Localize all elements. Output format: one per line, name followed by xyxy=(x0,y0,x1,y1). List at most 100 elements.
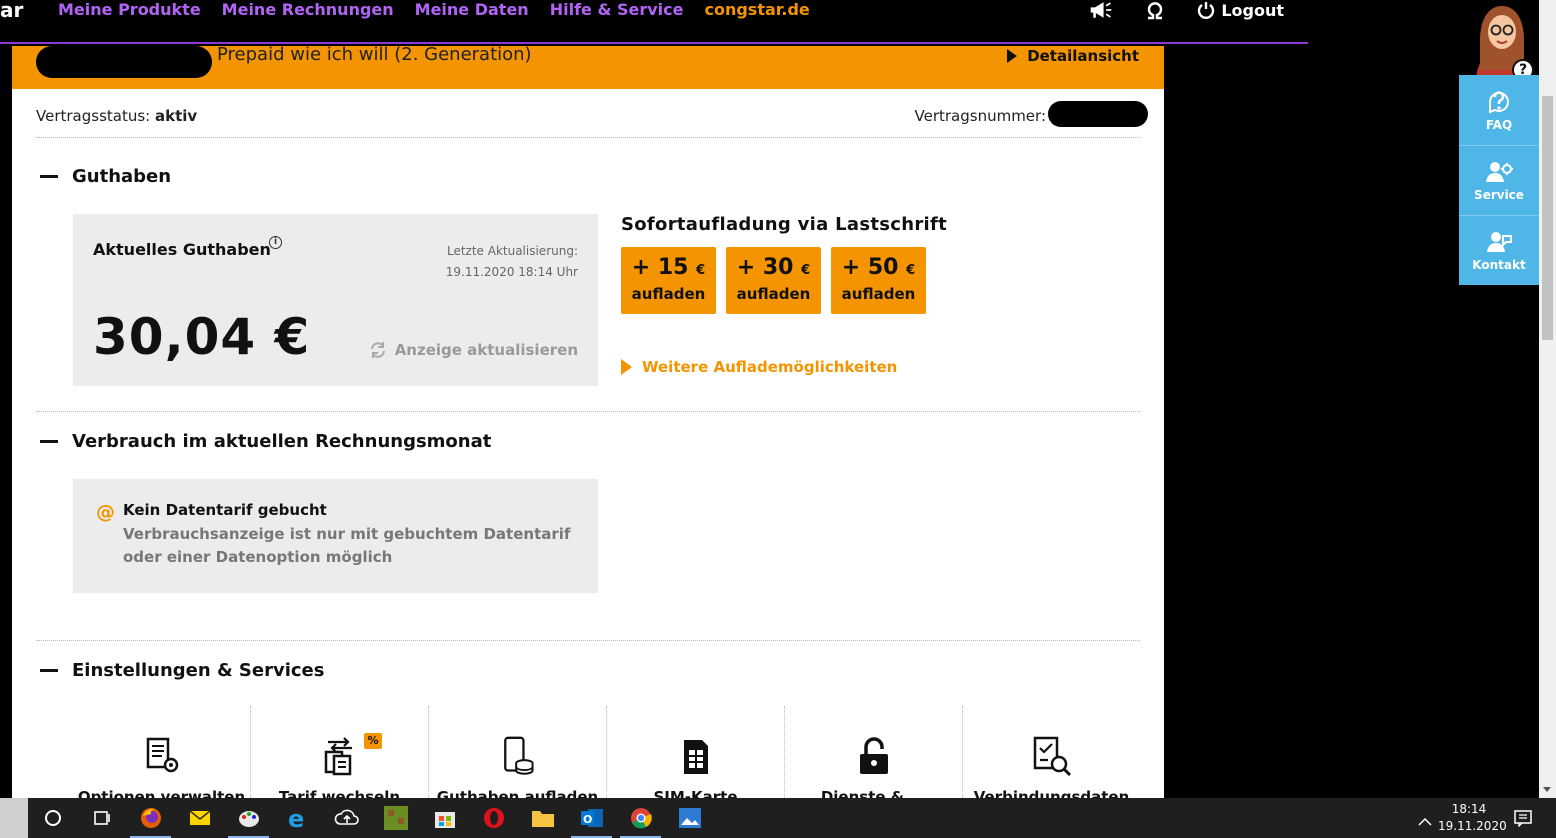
status-row: Vertragsstatus: aktiv Vertragsnummer: xyxy=(36,104,1140,138)
taskbar-clock[interactable]: 18:14 19.11.2020 xyxy=(1438,801,1507,835)
nav-link-congstar[interactable]: congstar.de xyxy=(704,0,809,19)
section-title-verbrauch: Verbrauch im aktuellen Rechnungsmonat xyxy=(72,431,492,452)
logout-label: Logout xyxy=(1221,0,1284,20)
photos-icon[interactable] xyxy=(665,798,714,838)
faq-icon xyxy=(1488,91,1509,114)
side-item-faq[interactable]: FAQ xyxy=(1459,75,1539,145)
info-icon[interactable]: i xyxy=(269,236,282,249)
nav-right: Logout xyxy=(1089,0,1284,20)
service-label: Optionen verwalten xyxy=(77,788,246,798)
start-area[interactable] xyxy=(0,798,28,838)
cortana-icon[interactable] xyxy=(28,798,77,838)
detail-view-link[interactable]: Detailansicht xyxy=(1007,47,1139,65)
top-navigation: ar Meine Produkte Meine Rechnungen Meine… xyxy=(0,0,1308,44)
nav-link-hilfe-service[interactable]: Hilfe & Service xyxy=(550,0,684,19)
triangle-right-icon xyxy=(621,359,632,375)
section-verbrauch-toggle[interactable]: Verbrauch im aktuellen Rechnungsmonat xyxy=(40,431,491,452)
topup-label: aufladen xyxy=(631,285,706,303)
service-label: Verbindungsdaten xyxy=(973,788,1130,798)
mail-icon[interactable] xyxy=(175,798,224,838)
store-icon[interactable] xyxy=(420,798,469,838)
topup-amount: + 30 xyxy=(736,255,794,280)
nav-links: Meine Produkte Meine Rechnungen Meine Da… xyxy=(58,0,810,19)
redacted-contract-number xyxy=(1048,101,1148,127)
outlook-icon[interactable]: O xyxy=(567,798,616,838)
service-label: Guthaben aufladen xyxy=(436,788,599,798)
service-icon xyxy=(1486,161,1513,182)
last-update-time: 19.11.2020 18:14 Uhr xyxy=(445,265,578,279)
service-options[interactable]: Optionen verwalten xyxy=(73,706,250,798)
nav-link-meine-produkte[interactable]: Meine Produkte xyxy=(58,0,201,19)
phone-coins-icon xyxy=(503,736,534,775)
side-item-kontakt[interactable]: Kontakt xyxy=(1459,215,1539,285)
section-einstellungen-toggle[interactable]: Einstellungen & Services xyxy=(40,660,324,681)
contract-number-label: Vertragsnummer: xyxy=(914,107,1047,125)
topup-label: aufladen xyxy=(736,285,811,303)
opera-icon[interactable] xyxy=(469,798,518,838)
topup-label: aufladen xyxy=(841,285,916,303)
service-connection-data[interactable]: Verbindungsdaten xyxy=(962,706,1140,798)
nav-link-meine-daten[interactable]: Meine Daten xyxy=(415,0,529,19)
topup-15-button[interactable]: + 15 € aufladen xyxy=(621,247,716,314)
sim-card-icon xyxy=(683,740,708,774)
section-title-einstellungen: Einstellungen & Services xyxy=(72,660,325,681)
task-view-icon[interactable] xyxy=(77,798,126,838)
minecraft-icon[interactable] xyxy=(371,798,420,838)
currency-symbol: € xyxy=(906,263,916,278)
more-topup-options-label: Weitere Auflademöglichkeiten xyxy=(642,358,898,376)
currency-symbol: € xyxy=(696,263,706,278)
last-update: Letzte Aktualisierung: 19.11.2020 18:14 … xyxy=(446,241,578,283)
collapse-icon xyxy=(40,440,58,443)
service-tariff-switch[interactable]: % Tarif wechseln xyxy=(250,706,428,798)
contract-card: Prepaid wie ich will (2. Generation) Det… xyxy=(12,46,1164,798)
service-sim[interactable]: SIM-Karte xyxy=(606,706,784,798)
section-title-guthaben: Guthaben xyxy=(72,166,172,187)
service-label: Dienste & ... xyxy=(820,788,927,798)
internet-explorer-icon[interactable]: e xyxy=(273,798,322,838)
logout-button[interactable]: Logout xyxy=(1197,1,1284,20)
service-topup[interactable]: Guthaben aufladen xyxy=(428,706,606,798)
side-item-label: Service xyxy=(1474,187,1524,202)
usage-title: Kein Datentarif gebucht xyxy=(123,501,327,519)
svg-text:O: O xyxy=(583,813,592,826)
windows-taskbar: e O 18:14 19.11.2020 xyxy=(0,798,1556,838)
cloud-upload-icon[interactable] xyxy=(322,798,371,838)
omega-icon[interactable] xyxy=(1143,0,1167,20)
redacted-phone-number xyxy=(36,46,212,78)
scrollbar-thumb[interactable] xyxy=(1542,96,1553,340)
taskbar-apps: e O xyxy=(28,798,714,838)
topup-30-button[interactable]: + 30 € aufladen xyxy=(726,247,821,314)
topup-amount: + 15 xyxy=(631,255,689,280)
firefox-icon[interactable] xyxy=(126,798,175,838)
megaphone-icon[interactable] xyxy=(1089,0,1113,20)
side-item-label: FAQ xyxy=(1485,118,1513,132)
service-services-lock[interactable]: Dienste & ... xyxy=(784,706,962,798)
refresh-icon xyxy=(370,342,385,358)
svg-text:e: e xyxy=(288,806,304,830)
power-icon xyxy=(1198,2,1215,19)
clock-date: 19.11.2020 xyxy=(1438,819,1507,833)
balance-amount: 30,04 € xyxy=(93,308,311,366)
notification-icon[interactable] xyxy=(1514,809,1532,831)
contract-status-label: Vertragsstatus: xyxy=(36,107,151,125)
nav-link-meine-rechnungen[interactable]: Meine Rechnungen xyxy=(222,0,394,19)
usage-text: Verbrauchsanzeige ist nur mit gebuchtem … xyxy=(123,525,571,566)
divider xyxy=(36,411,1140,412)
contact-icon xyxy=(1487,231,1512,252)
topup-title: Sofortaufladung via Lastschrift xyxy=(621,214,948,235)
usage-info-box: @ Kein Datentarif gebucht Verbrauchsanze… xyxy=(73,479,598,593)
file-explorer-icon[interactable] xyxy=(518,798,567,838)
page-scrollbar[interactable] xyxy=(1539,0,1556,798)
section-guthaben-toggle[interactable]: Guthaben xyxy=(40,166,171,187)
scroll-down-icon[interactable] xyxy=(1543,787,1551,792)
topup-50-button[interactable]: + 50 € aufladen xyxy=(831,247,926,314)
side-item-service[interactable]: Service xyxy=(1459,145,1539,215)
chrome-icon[interactable] xyxy=(616,798,665,838)
refresh-button[interactable]: Anzeige aktualisieren xyxy=(368,340,578,360)
chevron-up-icon[interactable] xyxy=(1418,812,1432,831)
logo-fragment[interactable]: ar xyxy=(0,0,23,22)
more-topup-options-link[interactable]: Weitere Auflademöglichkeiten xyxy=(621,358,897,376)
at-icon: @ xyxy=(96,501,115,523)
currency-symbol: € xyxy=(801,263,811,278)
paint-icon[interactable] xyxy=(224,798,273,838)
